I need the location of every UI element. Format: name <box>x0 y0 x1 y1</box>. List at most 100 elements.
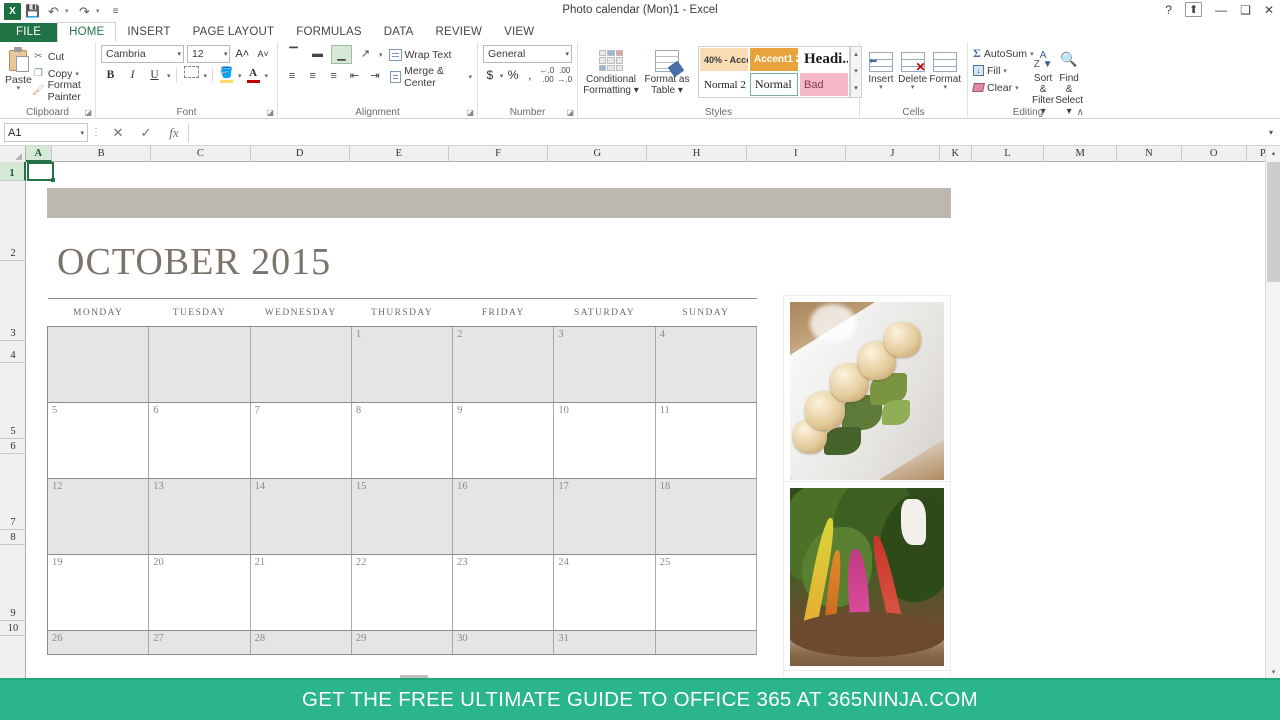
fill-color-dropdown-icon[interactable]: ▾ <box>238 72 242 80</box>
collapse-ribbon-icon[interactable]: ∧ <box>1077 107 1084 118</box>
column-header-n[interactable]: N <box>1117 146 1182 162</box>
tab-review[interactable]: REVIEW <box>425 23 494 42</box>
column-header-a[interactable]: A <box>25 146 53 162</box>
row-header-6[interactable]: 6 <box>0 439 26 454</box>
calendar-day-cell[interactable]: 3 <box>553 326 656 403</box>
accounting-format-icon[interactable]: $ <box>483 66 497 85</box>
underline-button[interactable]: U <box>145 66 164 85</box>
column-header-o[interactable]: O <box>1182 146 1247 162</box>
align-bottom-icon[interactable]: ▁ <box>331 45 352 64</box>
alignment-dialog-launcher-icon[interactable]: ◪ <box>466 108 474 117</box>
font-dialog-launcher-icon[interactable]: ◪ <box>266 108 274 117</box>
column-header-c[interactable]: C <box>151 146 251 162</box>
photo-rainbow-chard[interactable] <box>784 482 950 672</box>
calendar-day-cell[interactable]: 14 <box>250 478 352 555</box>
row-header-9[interactable]: 9 <box>0 545 26 621</box>
calendar-day-cell[interactable]: 18 <box>655 478 758 555</box>
merge-dropdown-icon[interactable]: ▾ <box>469 73 473 81</box>
insert-dropdown-icon[interactable]: ▾ <box>865 84 897 91</box>
column-header-h[interactable]: H <box>647 146 747 162</box>
name-box-dropdown-icon[interactable]: ▾ <box>80 129 84 137</box>
calendar-day-cell[interactable] <box>148 326 251 403</box>
styles-more-icon[interactable]: ▾ <box>854 81 858 97</box>
grow-font-icon[interactable]: A˄ <box>233 45 251 63</box>
insert-function-icon[interactable]: fx <box>160 125 188 141</box>
font-name-dropdown-icon[interactable]: ▾ <box>175 50 181 58</box>
column-header-e[interactable]: E <box>350 146 449 162</box>
formula-input[interactable] <box>188 123 1262 142</box>
column-header-g[interactable]: G <box>548 146 648 162</box>
increase-indent-icon[interactable]: ⇥ <box>366 67 384 86</box>
row-header-1[interactable]: 1 <box>0 162 26 181</box>
calendar-day-cell[interactable]: 23 <box>452 554 555 631</box>
calendar-day-cell[interactable]: 28 <box>250 630 352 655</box>
align-middle-icon[interactable]: ▬ <box>307 45 328 64</box>
bold-button[interactable]: B <box>101 66 120 85</box>
column-header-b[interactable]: B <box>52 146 152 162</box>
tab-insert[interactable]: INSERT <box>116 23 181 42</box>
tab-file[interactable]: FILE <box>0 23 58 42</box>
style-normal-2[interactable]: Normal 2 <box>700 73 748 96</box>
tab-view[interactable]: VIEW <box>493 23 545 42</box>
row-header-10[interactable]: 10 <box>0 621 26 636</box>
column-header-j[interactable]: J <box>846 146 941 162</box>
orientation-icon[interactable]: ↗ <box>355 45 376 64</box>
underline-dropdown-icon[interactable]: ▾ <box>167 72 171 80</box>
clear-dropdown-icon[interactable]: ▾ <box>1015 84 1019 92</box>
column-header-m[interactable]: M <box>1044 146 1117 162</box>
align-center-icon[interactable]: ≡ <box>304 67 322 86</box>
font-size-combo[interactable]: 12 ▾ <box>186 45 231 63</box>
calendar-day-cell[interactable] <box>250 326 352 403</box>
fill-color-button[interactable]: 🪣 <box>218 66 235 85</box>
column-header-i[interactable]: I <box>747 146 846 162</box>
delete-dropdown-icon[interactable]: ▾ <box>897 84 929 91</box>
calendar-day-cell[interactable] <box>655 630 758 655</box>
tab-page-layout[interactable]: PAGE LAYOUT <box>182 23 286 42</box>
calendar-day-cell[interactable]: 13 <box>148 478 251 555</box>
expand-formula-bar-icon[interactable]: ▾ <box>1262 128 1280 137</box>
select-all-corner[interactable] <box>0 146 26 162</box>
photo-scallops[interactable] <box>784 296 950 486</box>
calendar-day-cell[interactable]: 6 <box>148 402 251 479</box>
tab-formulas[interactable]: FORMULAS <box>285 23 373 42</box>
copy-dropdown-icon[interactable]: ▾ <box>75 70 79 78</box>
font-color-button[interactable]: A <box>245 66 262 85</box>
style-heading[interactable]: Headi... <box>800 48 848 71</box>
calendar-day-cell[interactable]: 24 <box>553 554 656 631</box>
scrollbar-thumb[interactable] <box>1267 162 1280 282</box>
font-color-dropdown-icon[interactable]: ▾ <box>265 72 269 80</box>
enter-formula-icon[interactable]: ✓ <box>132 125 160 141</box>
calendar-day-cell[interactable]: 27 <box>148 630 251 655</box>
calendar-day-cell[interactable]: 20 <box>148 554 251 631</box>
align-right-icon[interactable]: ≡ <box>325 67 343 86</box>
clipboard-dialog-launcher-icon[interactable]: ◪ <box>84 108 92 117</box>
calendar-day-cell[interactable]: 31 <box>553 630 656 655</box>
decrease-indent-icon[interactable]: ⇤ <box>345 67 363 86</box>
row-header-2[interactable]: 2 <box>0 181 26 261</box>
autosum-button[interactable]: Σ AutoSum ▾ <box>973 45 1034 62</box>
column-header-f[interactable]: F <box>449 146 549 162</box>
decrease-decimal-icon[interactable]: .00 →.0 <box>557 66 572 85</box>
sheet-cells-area[interactable]: OCTOBER 2015 MONDAY TUESDAY WEDNESDAY TH… <box>27 162 1280 680</box>
calendar-day-cell[interactable]: 25 <box>655 554 758 631</box>
orientation-dropdown-icon[interactable]: ▾ <box>379 51 383 59</box>
conditional-formatting-button[interactable]: Conditional Formatting ▾ <box>583 46 639 96</box>
calendar-day-cell[interactable]: 2 <box>452 326 555 403</box>
percent-style-icon[interactable]: % <box>506 66 520 85</box>
scroll-up-icon[interactable]: ▴ <box>1266 146 1280 161</box>
name-box[interactable]: A1 ▾ <box>4 123 88 142</box>
font-name-combo[interactable]: Cambria ▾ <box>101 45 184 63</box>
borders-button[interactable] <box>182 66 201 85</box>
format-dropdown-icon[interactable]: ▾ <box>928 84 962 91</box>
styles-scroll-up-icon[interactable]: ▴ <box>854 47 858 63</box>
style-40-accent[interactable]: 40% - Accent... <box>700 48 748 71</box>
calendar-day-cell[interactable]: 9 <box>452 402 555 479</box>
calendar-day-cell[interactable]: 29 <box>351 630 454 655</box>
row-header-7[interactable]: 7 <box>0 454 26 530</box>
style-bad[interactable]: Bad <box>800 73 848 96</box>
calendar-day-cell[interactable]: 7 <box>250 402 352 479</box>
ribbon-display-options-icon[interactable]: ⬆ <box>1184 2 1203 17</box>
merge-center-button[interactable]: Merge & Center ▾ <box>387 65 473 89</box>
tab-data[interactable]: DATA <box>373 23 425 42</box>
number-format-combo[interactable]: General ▾ <box>483 45 572 63</box>
